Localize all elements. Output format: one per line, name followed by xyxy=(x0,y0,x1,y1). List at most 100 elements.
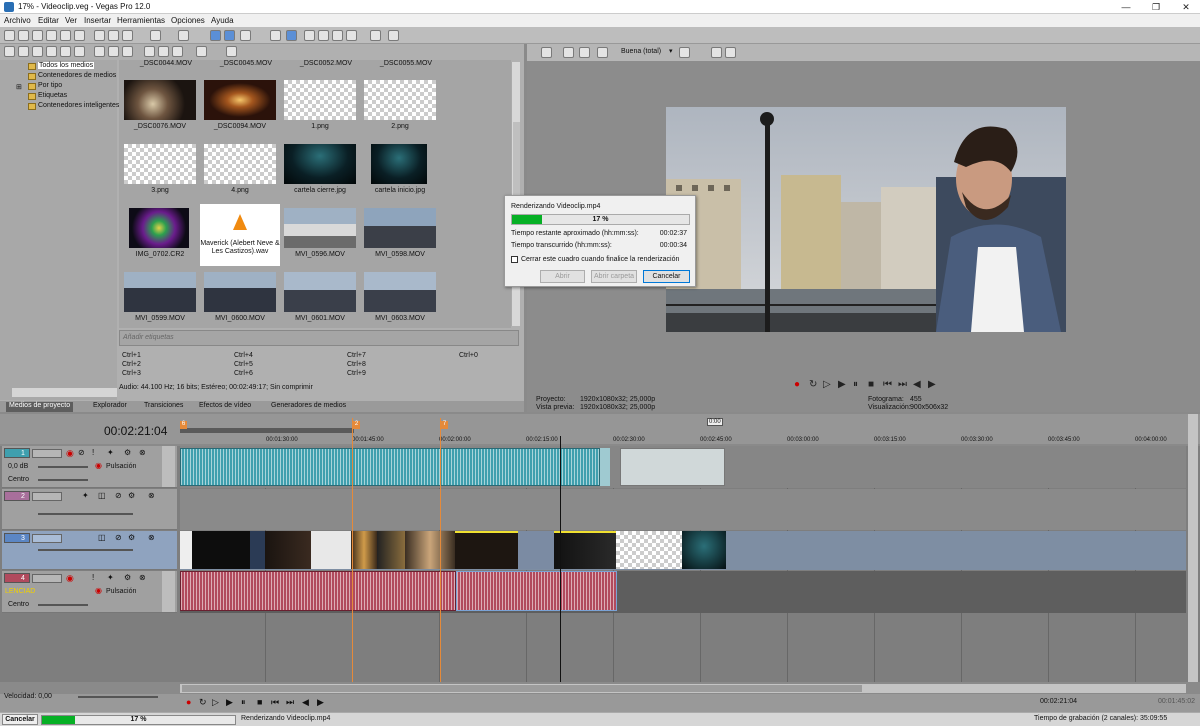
copy-icon[interactable] xyxy=(108,30,119,41)
selection-tool-icon[interactable] xyxy=(332,30,343,41)
media-thumbnail[interactable] xyxy=(129,208,189,248)
tab-video-fx[interactable]: Efectos de vídeo xyxy=(196,402,254,409)
timeline-ruler[interactable]: 0:00 6 2 7 00:01:30:00 00:01:45:00 00:02… xyxy=(180,418,1186,445)
automation-icon[interactable]: ⊗ xyxy=(148,491,155,500)
record-icon[interactable]: ● xyxy=(794,379,800,390)
automation-icon[interactable]: ⊗ xyxy=(148,533,155,542)
prev-frame-icon[interactable]: ◀ xyxy=(913,379,921,390)
zoom-tool-icon[interactable] xyxy=(346,30,357,41)
playhead-cursor[interactable] xyxy=(560,436,561,682)
media-fx-icon[interactable] xyxy=(122,46,133,57)
video-event[interactable] xyxy=(377,531,405,569)
close-when-done-checkbox[interactable] xyxy=(511,256,518,263)
redo-icon[interactable] xyxy=(178,30,189,41)
menu-herramientas[interactable]: Herramientas xyxy=(117,16,165,25)
track-2-header[interactable]: 2 ✦ ◫ ⊘ ⚙ ⊗ xyxy=(2,489,177,530)
globe-icon[interactable] xyxy=(60,46,71,57)
loop-icon[interactable]: ↻ xyxy=(199,697,207,708)
next-frame-icon[interactable]: ▶ xyxy=(928,379,936,390)
mute-icon[interactable]: ⊘ xyxy=(78,448,85,457)
save-as-icon[interactable] xyxy=(46,30,57,41)
track-name-field[interactable] xyxy=(32,492,62,501)
track-3-lane[interactable] xyxy=(180,531,1186,570)
menu-insertar[interactable]: Insertar xyxy=(84,16,111,25)
pan-slider[interactable] xyxy=(38,604,88,606)
auto-preview-icon[interactable] xyxy=(172,46,183,57)
video-event[interactable] xyxy=(405,531,455,569)
copy-snapshot-icon[interactable] xyxy=(711,47,722,58)
paste-icon[interactable] xyxy=(122,30,133,41)
tab-media-generators[interactable]: Generadores de medios xyxy=(268,402,349,409)
track-4-header[interactable]: 4 ◉ ! ✦ ⚙ ⊗ LENCIAD ◉ Pulsación Centro xyxy=(2,571,177,613)
level-slider[interactable] xyxy=(38,549,133,551)
play-media-icon[interactable] xyxy=(144,46,155,57)
track-fx-icon[interactable]: ✦ xyxy=(107,448,114,457)
next-frame-icon[interactable]: ▶ xyxy=(317,697,324,708)
play-from-start-icon[interactable]: ▷ xyxy=(823,379,831,390)
preview-properties-icon[interactable] xyxy=(541,47,552,58)
cut-icon[interactable] xyxy=(94,30,105,41)
track-motion-icon[interactable]: ⚙ xyxy=(128,491,135,500)
solo-icon[interactable]: ! xyxy=(92,448,94,457)
cancel-render-button[interactable]: Cancelar xyxy=(643,270,690,283)
record-arm-icon[interactable]: ◉ xyxy=(66,573,74,584)
auto-crossfade-icon[interactable] xyxy=(224,30,235,41)
mute-icon[interactable]: ⊘ xyxy=(115,533,122,542)
solo-icon[interactable]: ! xyxy=(92,573,94,582)
media-thumbnail[interactable] xyxy=(284,272,356,312)
go-to-end-icon[interactable]: ⏭ xyxy=(286,697,294,708)
track-motion-icon[interactable]: ⚙ xyxy=(128,533,135,542)
video-event[interactable] xyxy=(180,531,192,569)
tree-item-smart-bins[interactable]: Contenedores inteligentes xyxy=(38,102,119,109)
tab-explorer[interactable]: Explorador xyxy=(90,402,130,409)
record-icon[interactable]: ● xyxy=(186,697,191,707)
play-from-start-icon[interactable]: ▷ xyxy=(212,697,219,708)
audio-clip-selected[interactable] xyxy=(456,571,617,611)
undo-icon[interactable] xyxy=(150,30,161,41)
record-arm-icon[interactable]: ◉ xyxy=(66,448,74,459)
render-icon[interactable] xyxy=(60,30,71,41)
media-thumbnail[interactable] xyxy=(124,272,196,312)
pulse-mode[interactable]: Pulsación xyxy=(106,588,136,595)
media-thumbnail[interactable] xyxy=(364,208,436,248)
normal-edit-tool-icon[interactable] xyxy=(304,30,315,41)
compositing-icon[interactable]: ◫ xyxy=(98,491,106,500)
video-event[interactable] xyxy=(192,531,250,569)
video-event[interactable] xyxy=(311,531,351,569)
timeline-horizontal-scrollbar[interactable] xyxy=(180,684,1186,693)
track-motion-icon[interactable]: ⚙ xyxy=(124,573,131,582)
track-1-header[interactable]: 1 ◉ ⊘ ! ✦ ⚙ ⊗ 0,0 dB ◉ Pulsación Centro xyxy=(2,446,177,488)
play-icon[interactable]: ▶ xyxy=(226,697,233,708)
tree-item-all-media[interactable]: Todos los medios xyxy=(38,62,95,69)
envelope-tool-icon[interactable] xyxy=(318,30,329,41)
tab-project-media[interactable]: Medios de proyecto xyxy=(6,402,74,412)
transition-event[interactable] xyxy=(250,531,265,569)
expand-icon[interactable]: ⊞ xyxy=(16,83,22,91)
track-3-header[interactable]: 3 ◫ ⊘ ⚙ ⊗ xyxy=(2,531,177,570)
pan-slider[interactable] xyxy=(38,479,88,481)
video-event[interactable] xyxy=(616,531,682,569)
video-event[interactable] xyxy=(455,531,518,569)
remove-media-icon[interactable] xyxy=(94,46,105,57)
scrollbar-thumb[interactable] xyxy=(182,685,862,692)
video-event[interactable] xyxy=(265,531,311,569)
project-properties-icon[interactable] xyxy=(370,30,381,41)
tree-item-by-type[interactable]: Por tipo xyxy=(38,82,62,89)
video-event[interactable] xyxy=(351,531,377,569)
track-4-lane[interactable] xyxy=(180,571,1186,613)
menu-editar[interactable]: Editar xyxy=(38,16,59,25)
preview-quality-select[interactable]: Buena (total) xyxy=(621,48,661,55)
menu-ayuda[interactable]: Ayuda xyxy=(211,16,234,25)
mute-icon[interactable]: ⊘ xyxy=(115,491,122,500)
pause-icon[interactable]: ⏸ xyxy=(853,379,858,390)
search-icon[interactable] xyxy=(226,46,237,57)
track-1-lane[interactable] xyxy=(180,446,1186,488)
capture-icon[interactable] xyxy=(18,46,29,57)
open-folder-button[interactable]: Abrir carpeta xyxy=(591,270,637,283)
compositing-icon[interactable]: ◫ xyxy=(98,533,106,542)
track-fx-icon[interactable]: ✦ xyxy=(82,491,89,500)
close-button[interactable]: ✕ xyxy=(1171,1,1200,13)
media-thumbnail[interactable] xyxy=(284,80,356,120)
import-media-icon[interactable] xyxy=(4,46,15,57)
stop-media-icon[interactable] xyxy=(158,46,169,57)
